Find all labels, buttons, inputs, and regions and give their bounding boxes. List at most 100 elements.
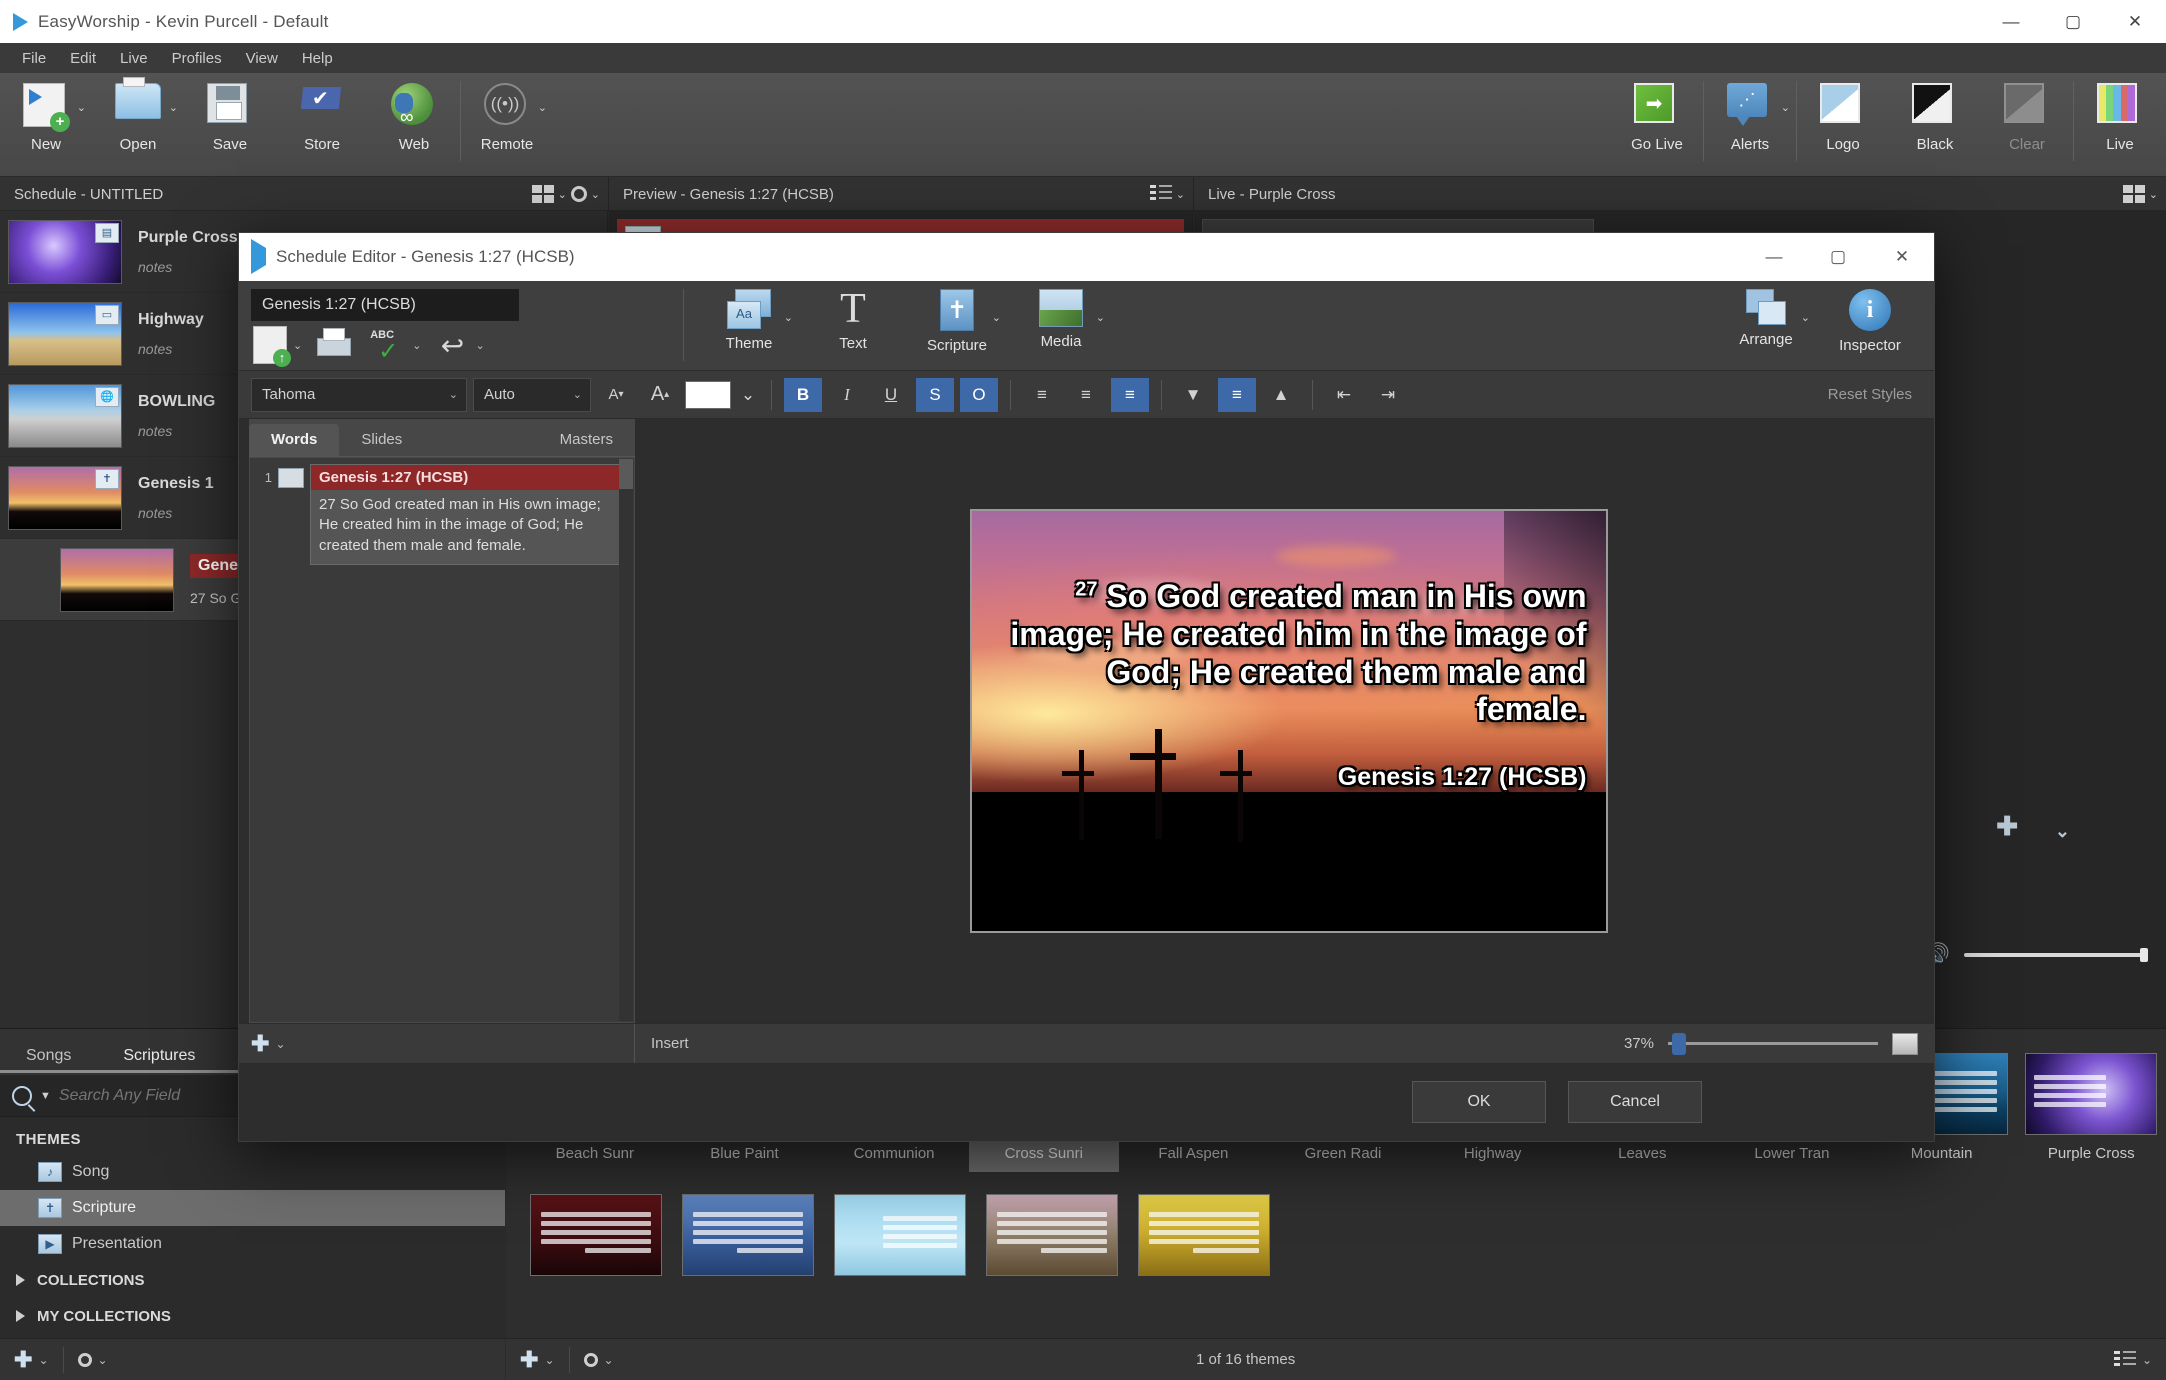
toolbar-alerts[interactable]: ⋰ ⌄ Alerts [1704,73,1796,173]
italic-button[interactable]: I [828,378,866,412]
font-size-select[interactable]: Auto ⌄ [473,377,591,412]
spellcheck-icon[interactable] [370,327,408,366]
chevron-right-icon[interactable] [16,1310,25,1322]
toolbar-new[interactable]: ⌄ New [0,73,92,173]
underline-button[interactable]: U [872,378,910,412]
chevron-down-icon[interactable]: ⌄ [2142,1353,2152,1367]
toolbar-remote[interactable]: ((•)) ⌄ Remote [461,73,553,173]
minimize-button[interactable]: — [1980,0,2042,43]
ribbon-arrange[interactable]: ⌄ Arrange [1714,281,1818,369]
words-scrollbar[interactable] [619,459,633,1021]
chevron-down-icon[interactable]: ⌄ [169,101,178,114]
decrease-font-size-button[interactable]: A ▾ [597,378,635,412]
toolbar-live[interactable]: Live [2074,73,2166,173]
theme-cell-row2-1[interactable] [520,1186,672,1286]
theme-cell-row2-2[interactable] [672,1186,824,1286]
font-color-swatch[interactable] [685,380,731,409]
word-list-item[interactable]: 1 Genesis 1:27 (HCSB) 27 So God created … [250,458,634,565]
tree-group-my-collections[interactable]: MY COLLECTIONS [0,1298,505,1334]
print-icon[interactable] [314,327,352,363]
chevron-down-icon[interactable]: ⌄ [538,101,547,114]
toolbar-open[interactable]: ⌄ Open [92,73,184,173]
menu-live[interactable]: Live [108,47,160,70]
toolbar-save[interactable]: Save [184,73,276,173]
words-scrollbar-thumb[interactable] [619,459,633,489]
dialog-maximize-button[interactable]: ▢ [1806,233,1870,281]
theme-cell-purple-cross[interactable]: Purple Cross [2016,1045,2166,1172]
tab-slides[interactable]: Slides [339,424,424,456]
dialog-minimize-button[interactable]: — [1742,233,1806,281]
undo-icon[interactable]: ↩ [433,327,471,363]
zoom-slider-knob[interactable] [1672,1033,1686,1055]
library-tree[interactable]: THEMES ♪ Song ✝ Scripture ▶ Presentation… [0,1117,505,1338]
cancel-button[interactable]: Cancel [1568,1081,1702,1123]
add-theme-icon[interactable]: ✚ [520,1347,538,1373]
ribbon-media[interactable]: ⌄ Media [1009,281,1113,369]
tab-words[interactable]: Words [249,424,340,456]
valign-bottom-button[interactable]: ▲ [1262,378,1300,412]
theme-cell-row2-4[interactable] [976,1186,1128,1286]
grid-view-icon[interactable] [531,185,554,203]
gear-icon[interactable] [77,1352,92,1367]
chevron-down-icon[interactable]: ⌄ [98,1353,108,1367]
tree-item-song[interactable]: ♪ Song [0,1154,505,1190]
theme-cell-row2-5[interactable] [1128,1186,1280,1286]
words-list[interactable]: 1 Genesis 1:27 (HCSB) 27 So God created … [249,457,635,1023]
tree-item-presentation[interactable]: ▶ Presentation [0,1226,505,1262]
maximize-button[interactable]: ▢ [2042,0,2104,43]
chevron-down-icon[interactable]: ⌄ [275,1037,285,1051]
chevron-down-icon[interactable]: ⌄ [591,188,600,201]
valign-top-button[interactable]: ▼ [1174,378,1212,412]
volume-knob[interactable] [2140,948,2148,962]
chevron-down-icon[interactable]: ⌄ [558,188,567,201]
chevron-down-icon[interactable]: ⌄ [737,378,759,412]
chevron-down-icon[interactable]: ⌄ [475,339,484,352]
chevron-down-icon[interactable]: ▼ [40,1090,51,1102]
gear-icon[interactable] [583,1352,598,1367]
toolbar-logo[interactable]: Logo [1797,73,1889,173]
ribbon-theme[interactable]: ⌄ Theme [697,281,801,369]
chevron-down-icon[interactable]: ⌄ [2055,821,2070,842]
toolbar-clear[interactable]: Clear [1981,73,2073,173]
add-item-icon[interactable]: ✚ [14,1347,32,1373]
chevron-down-icon[interactable]: ⌄ [604,1353,614,1367]
toolbar-go-live[interactable]: ➡ Go Live [1611,73,1703,173]
menu-file[interactable]: File [10,47,58,70]
theme-cell-row2-3[interactable] [824,1186,976,1286]
toolbar-store[interactable]: Store [276,73,368,173]
indent-button[interactable]: ⇥ [1369,378,1407,412]
chevron-right-icon[interactable] [16,1274,25,1286]
chevron-down-icon[interactable]: ⌄ [77,101,86,114]
chevron-down-icon[interactable]: ⌄ [544,1353,554,1367]
menu-profiles[interactable]: Profiles [160,47,234,70]
add-live-icon[interactable]: ✚ [1996,811,2018,842]
add-slide-icon[interactable]: ✚ [251,1031,269,1057]
chevron-down-icon[interactable]: ⌄ [1176,188,1185,201]
zoom-slider[interactable] [1668,1033,1878,1055]
chevron-down-icon[interactable]: ⌄ [2149,188,2158,201]
align-left-button[interactable]: ≡ [1023,378,1061,412]
toolbar-web[interactable]: Web [368,73,460,173]
shadow-button[interactable]: S [916,377,954,412]
chevron-down-icon[interactable]: ⌄ [1801,311,1810,324]
align-right-button[interactable]: ≡ [1111,377,1149,412]
valign-middle-button[interactable]: ≡ [1218,377,1256,412]
ribbon-text[interactable]: T Text [801,281,905,369]
zoom-fit-icon[interactable] [1892,1032,1918,1055]
list-view-icon[interactable] [1149,185,1172,203]
volume-slider[interactable] [1964,948,2148,962]
ribbon-scripture[interactable]: ✝ ⌄ Scripture [905,281,1009,369]
ok-button[interactable]: OK [1412,1081,1546,1123]
close-button[interactable]: ✕ [2104,0,2166,43]
tree-item-scripture[interactable]: ✝ Scripture [0,1190,505,1226]
menu-help[interactable]: Help [290,47,345,70]
menu-edit[interactable]: Edit [58,47,108,70]
list-view-icon[interactable] [2113,1350,2136,1369]
chevron-down-icon[interactable]: ⌄ [293,339,302,352]
chevron-down-icon[interactable]: ⌄ [38,1353,48,1367]
menu-view[interactable]: View [234,47,290,70]
toolbar-black[interactable]: Black [1889,73,1981,173]
gear-icon[interactable] [570,186,587,202]
chevron-down-icon[interactable]: ⌄ [449,388,458,401]
slide-title-input[interactable] [251,289,519,321]
